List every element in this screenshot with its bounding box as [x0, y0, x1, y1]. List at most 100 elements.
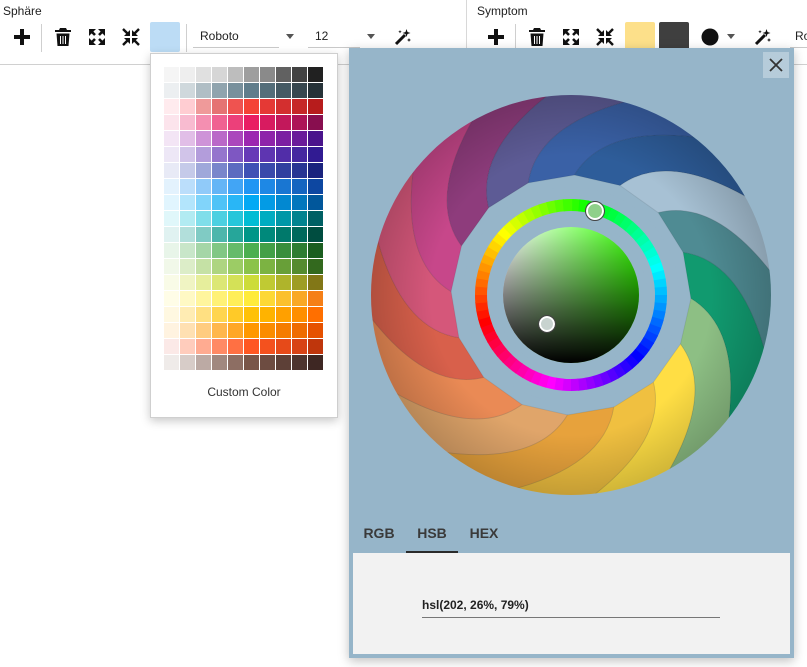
- color-swatch[interactable]: [308, 355, 324, 371]
- color-swatch[interactable]: [180, 163, 196, 179]
- color-swatch[interactable]: [308, 275, 324, 291]
- color-swatch[interactable]: [244, 275, 260, 291]
- color-swatch[interactable]: [228, 147, 244, 163]
- color-swatch[interactable]: [276, 99, 292, 115]
- color-swatch[interactable]: [260, 179, 276, 195]
- color-swatch[interactable]: [276, 307, 292, 323]
- color-swatch[interactable]: [260, 291, 276, 307]
- color-swatch[interactable]: [212, 275, 228, 291]
- color-swatch[interactable]: [276, 227, 292, 243]
- color-swatch[interactable]: [164, 291, 180, 307]
- color-swatch[interactable]: [308, 339, 324, 355]
- color-swatch[interactable]: [244, 323, 260, 339]
- color-swatch[interactable]: [244, 227, 260, 243]
- color-swatch[interactable]: [308, 115, 324, 131]
- color-swatch[interactable]: [228, 131, 244, 147]
- color-swatch[interactable]: [196, 227, 212, 243]
- color-swatch[interactable]: [276, 275, 292, 291]
- color-swatch[interactable]: [196, 211, 212, 227]
- custom-color-button[interactable]: Custom Color: [151, 385, 337, 399]
- color-swatch[interactable]: [212, 243, 228, 259]
- color-swatch[interactable]: [244, 195, 260, 211]
- color-swatch[interactable]: [212, 355, 228, 371]
- color-swatch[interactable]: [196, 291, 212, 307]
- color-swatch[interactable]: [276, 83, 292, 99]
- color-swatch[interactable]: [228, 99, 244, 115]
- color-swatch[interactable]: [244, 67, 260, 83]
- color-swatch[interactable]: [244, 83, 260, 99]
- color-swatch[interactable]: [196, 67, 212, 83]
- color-swatch[interactable]: [228, 211, 244, 227]
- symptom-font-family-select[interactable]: Ro: [790, 24, 807, 48]
- color-swatch[interactable]: [292, 67, 308, 83]
- color-swatch[interactable]: [276, 259, 292, 275]
- color-swatch[interactable]: [196, 195, 212, 211]
- color-swatch[interactable]: [260, 83, 276, 99]
- font-size-dropdown-button[interactable]: [361, 24, 381, 48]
- color-swatch[interactable]: [164, 195, 180, 211]
- color-swatch[interactable]: [244, 115, 260, 131]
- color-swatch[interactable]: [292, 147, 308, 163]
- color-swatch[interactable]: [276, 323, 292, 339]
- color-swatch[interactable]: [244, 339, 260, 355]
- color-swatch[interactable]: [164, 259, 180, 275]
- saturation-value-handle[interactable]: [539, 316, 555, 332]
- color-swatch[interactable]: [308, 211, 324, 227]
- color-swatch[interactable]: [276, 243, 292, 259]
- color-swatch[interactable]: [292, 243, 308, 259]
- color-swatch[interactable]: [292, 179, 308, 195]
- color-swatch[interactable]: [180, 211, 196, 227]
- color-swatch[interactable]: [196, 339, 212, 355]
- color-swatch[interactable]: [260, 275, 276, 291]
- color-swatch[interactable]: [164, 355, 180, 371]
- hue-handle[interactable]: [586, 202, 604, 220]
- color-swatch[interactable]: [164, 99, 180, 115]
- color-swatch[interactable]: [308, 323, 324, 339]
- color-swatch[interactable]: [212, 195, 228, 211]
- color-swatch[interactable]: [180, 83, 196, 99]
- color-swatch[interactable]: [196, 163, 212, 179]
- color-swatch[interactable]: [180, 339, 196, 355]
- color-swatch[interactable]: [228, 291, 244, 307]
- color-swatch[interactable]: [180, 147, 196, 163]
- color-swatch[interactable]: [212, 83, 228, 99]
- color-swatch[interactable]: [228, 323, 244, 339]
- color-swatch[interactable]: [308, 67, 324, 83]
- color-swatch[interactable]: [164, 67, 180, 83]
- color-swatch[interactable]: [196, 243, 212, 259]
- color-swatch[interactable]: [164, 115, 180, 131]
- color-swatch[interactable]: [228, 307, 244, 323]
- color-swatch[interactable]: [276, 339, 292, 355]
- color-swatch[interactable]: [180, 67, 196, 83]
- color-swatch[interactable]: [244, 179, 260, 195]
- color-swatch[interactable]: [276, 115, 292, 131]
- color-swatch[interactable]: [308, 291, 324, 307]
- color-swatch[interactable]: [260, 131, 276, 147]
- color-swatch[interactable]: [244, 211, 260, 227]
- color-swatch[interactable]: [180, 291, 196, 307]
- color-swatch[interactable]: [212, 115, 228, 131]
- color-swatch[interactable]: [244, 131, 260, 147]
- color-swatch[interactable]: [196, 259, 212, 275]
- color-swatch[interactable]: [260, 147, 276, 163]
- color-swatch[interactable]: [276, 147, 292, 163]
- color-swatch[interactable]: [196, 179, 212, 195]
- delete-button[interactable]: [48, 22, 78, 52]
- color-swatch[interactable]: [276, 131, 292, 147]
- color-swatch[interactable]: [292, 323, 308, 339]
- color-swatch[interactable]: [228, 83, 244, 99]
- color-swatch[interactable]: [244, 307, 260, 323]
- color-swatch[interactable]: [180, 275, 196, 291]
- color-swatch[interactable]: [276, 355, 292, 371]
- color-swatch[interactable]: [164, 83, 180, 99]
- expand-button[interactable]: [82, 22, 112, 52]
- color-swatch[interactable]: [260, 243, 276, 259]
- color-swatch[interactable]: [196, 83, 212, 99]
- color-swatch[interactable]: [212, 147, 228, 163]
- color-swatch[interactable]: [196, 115, 212, 131]
- color-swatch[interactable]: [260, 355, 276, 371]
- color-swatch[interactable]: [164, 339, 180, 355]
- color-swatch[interactable]: [292, 211, 308, 227]
- collapse-button[interactable]: [116, 22, 146, 52]
- color-swatch[interactable]: [292, 115, 308, 131]
